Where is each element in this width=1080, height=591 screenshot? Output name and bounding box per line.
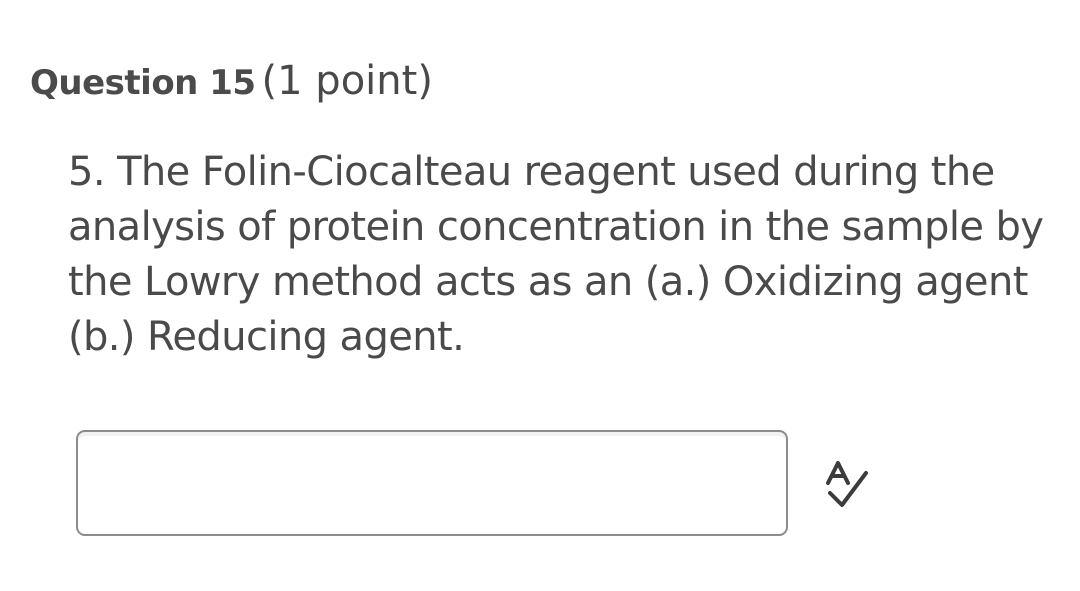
question-header: Question 15 (1 point) bbox=[30, 58, 433, 104]
spellcheck-icon bbox=[826, 461, 868, 507]
question-points: (1 point) bbox=[261, 58, 433, 104]
spellcheck-button[interactable] bbox=[818, 455, 874, 511]
question-title: Question 15 bbox=[30, 63, 256, 103]
question-text: 5. The Folin-Ciocalteau reagent used dur… bbox=[68, 149, 1044, 360]
answer-input[interactable] bbox=[76, 430, 788, 536]
